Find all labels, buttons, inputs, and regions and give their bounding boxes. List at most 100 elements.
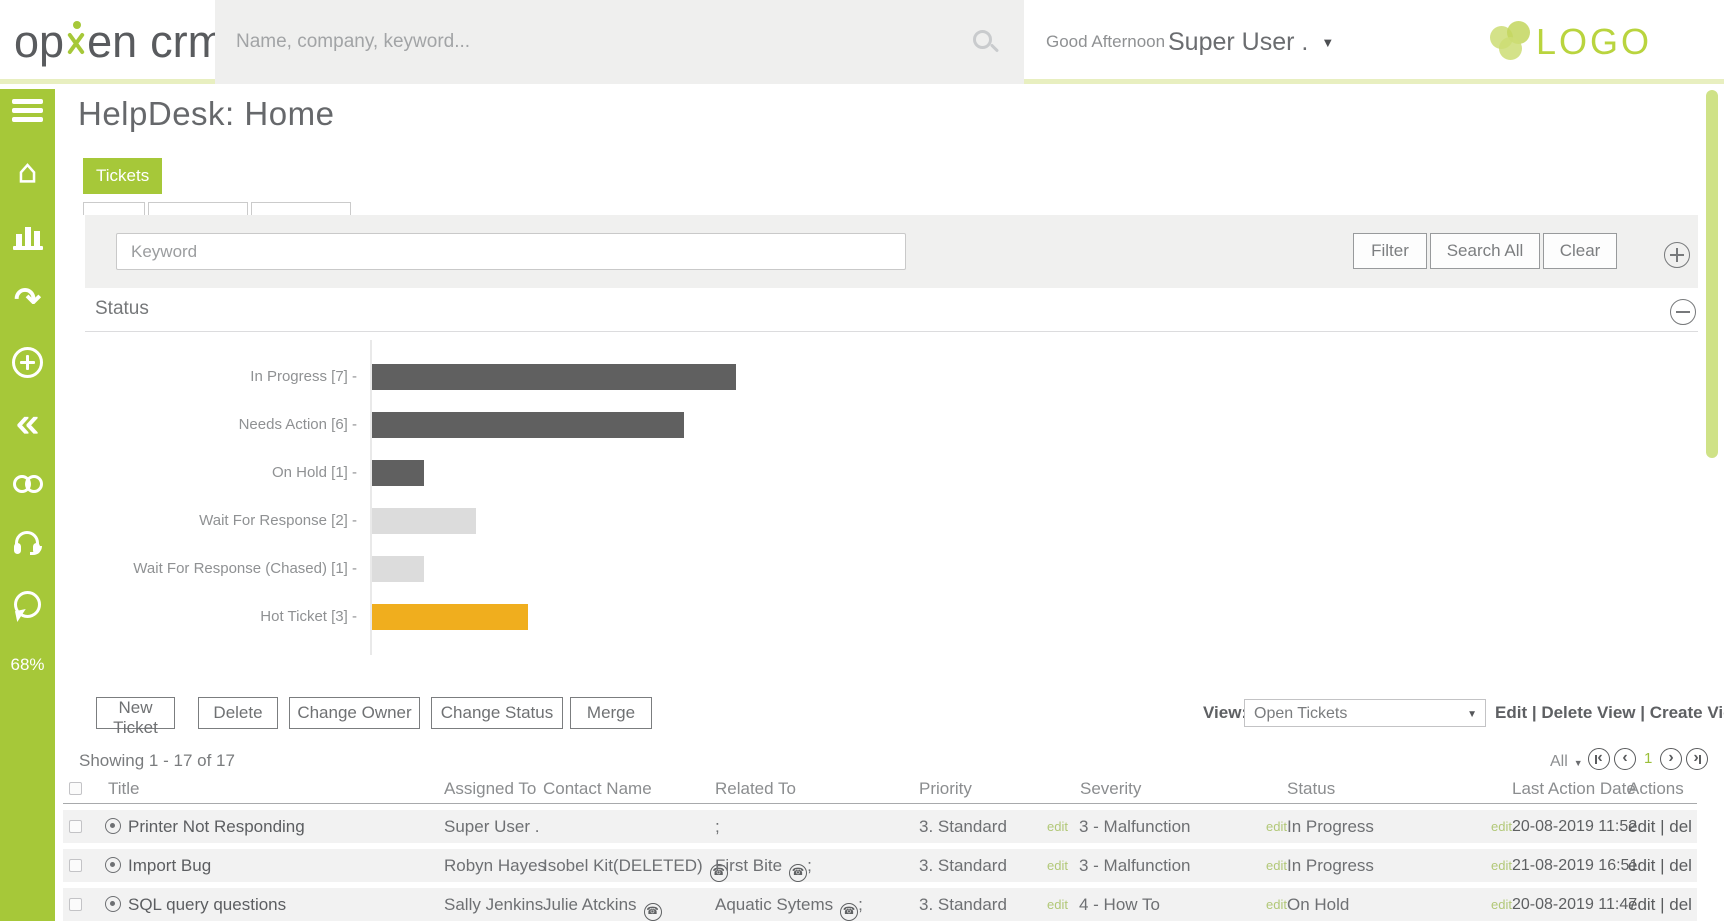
edit-view-link[interactable]: Edit — [1495, 703, 1527, 722]
assigned-to[interactable]: Super User . — [444, 810, 539, 843]
sidebar-item-chat[interactable] — [0, 591, 55, 618]
tab-tickets[interactable]: Tickets — [83, 158, 162, 194]
clear-button[interactable]: Clear — [1543, 233, 1617, 269]
table-row: Printer Not Responding Super User .; 3. St… — [63, 810, 1697, 843]
sidebar-item-reports[interactable] — [0, 223, 55, 250]
related-to-link[interactable]: First Bite — [715, 856, 782, 875]
chart-category-label: Hot Ticket [3] — [85, 604, 357, 630]
keyword-input[interactable] — [116, 233, 906, 270]
date-edit-link[interactable]: edit — [1482, 810, 1512, 843]
status-edit-link[interactable]: edit — [1257, 849, 1287, 882]
pagination-last-button[interactable]: › — [1686, 748, 1708, 770]
storage-usage-indicator: 68% — [0, 655, 55, 675]
chart-bar[interactable] — [372, 604, 528, 630]
sidebar-item-home[interactable]: ⌂ — [0, 155, 55, 187]
severity-edit-link[interactable]: edit — [1038, 888, 1068, 921]
chart-bar[interactable] — [372, 508, 476, 534]
ticket-preview-icon[interactable] — [105, 896, 121, 912]
chart-category-label: Needs Action [6] — [85, 412, 357, 438]
assigned-to[interactable]: Robyn Hayes — [444, 849, 546, 882]
ticket-preview-icon[interactable] — [105, 818, 121, 834]
page-size-select[interactable]: All▼ — [1550, 753, 1583, 771]
sidebar-item-support[interactable] — [0, 531, 55, 558]
global-search-input[interactable] — [215, 0, 955, 84]
ticket-preview-icon[interactable] — [105, 857, 121, 873]
user-menu[interactable]: Super User . ▼ — [1168, 0, 1334, 84]
delete-button[interactable]: Delete — [198, 697, 278, 729]
status-edit-link[interactable]: edit — [1257, 888, 1287, 921]
top-header: opencrm Good Afternoon Super User . ▼ LO… — [0, 0, 1724, 84]
change-owner-button[interactable]: Change Owner — [289, 697, 420, 729]
tab-stub[interactable] — [83, 202, 145, 215]
page-title: HelpDesk: Home — [78, 95, 334, 133]
chart-bar[interactable] — [372, 412, 684, 438]
ticket-title-link[interactable]: Import Bug — [128, 849, 211, 882]
related-suffix: ; — [807, 856, 812, 875]
row-actions[interactable]: edit | del — [1628, 888, 1692, 921]
column-header-status: Status — [1287, 775, 1335, 802]
sidebar-item-menu[interactable] — [0, 99, 55, 126]
date-edit-link[interactable]: edit — [1482, 849, 1512, 882]
ticket-title-link[interactable]: SQL query questions — [128, 888, 286, 921]
view-select[interactable]: Open Tickets ▼ — [1244, 699, 1486, 727]
column-header-contact-name: Contact Name — [543, 775, 652, 802]
app-logo-text-crm: crm — [150, 16, 225, 68]
related-to-link[interactable]: ; — [715, 817, 720, 836]
last-action-date: 20-08-2019 11:47 — [1512, 888, 1637, 921]
collapse-minus-icon[interactable] — [1670, 299, 1696, 325]
chart-bar[interactable] — [372, 460, 424, 486]
redo-arrow-icon: ↷ — [14, 283, 41, 315]
assigned-to[interactable]: Sally Jenkins — [444, 888, 543, 921]
merge-button[interactable]: Merge — [570, 697, 652, 729]
search-icon[interactable] — [973, 30, 992, 49]
delete-view-link[interactable]: Delete View — [1541, 703, 1635, 722]
filter-button[interactable]: Filter — [1353, 233, 1427, 269]
vertical-scrollbar-thumb[interactable] — [1706, 90, 1718, 458]
app-logo-text-op: op — [14, 16, 64, 68]
phone-icon[interactable]: ☎ — [789, 864, 807, 882]
related-to: ; — [715, 810, 720, 843]
sidebar-item-collapse[interactable]: « — [0, 407, 55, 439]
new-ticket-button[interactable]: New Ticket — [96, 697, 175, 729]
chart-bar[interactable] — [372, 364, 736, 390]
view-links: Edit | Delete View | Create View — [1495, 703, 1724, 723]
severity-edit-link[interactable]: edit — [1038, 810, 1068, 843]
phone-icon[interactable]: ☎ — [644, 903, 662, 921]
tab-stub[interactable] — [251, 202, 351, 215]
status-edit-link[interactable]: edit — [1257, 810, 1287, 843]
contact-name: Isobel Kit(DELETED)☎ — [543, 849, 728, 882]
create-view-link[interactable]: Create View — [1650, 703, 1724, 722]
row-checkbox[interactable] — [69, 859, 82, 872]
last-action-date: 21-08-2019 16:51 — [1512, 849, 1638, 882]
pagination-prev-button[interactable]: ‹ — [1614, 748, 1636, 770]
date-edit-link[interactable]: edit — [1482, 888, 1512, 921]
row-checkbox[interactable] — [69, 898, 82, 911]
expand-plus-icon[interactable] — [1664, 242, 1690, 268]
view-label: View: — [1203, 703, 1247, 723]
row-actions[interactable]: edit | del — [1628, 849, 1692, 882]
pagination-first-button[interactable]: ‹ — [1588, 748, 1610, 770]
change-status-button[interactable]: Change Status — [431, 697, 563, 729]
pagination-next-button[interactable]: › — [1660, 748, 1682, 770]
severity-edit-link[interactable]: edit — [1038, 849, 1068, 882]
sidebar-item-linked-records[interactable] — [0, 475, 55, 493]
ticket-title-link[interactable]: Printer Not Responding — [128, 810, 305, 843]
filter-panel: Filter Search All Clear — [85, 215, 1698, 288]
search-all-button[interactable]: Search All — [1430, 233, 1540, 269]
sidebar-item-actions[interactable]: ↷ — [0, 283, 55, 315]
phone-icon[interactable]: ☎ — [840, 903, 858, 921]
bar-chart-icon — [13, 223, 43, 250]
status-value: In Progress — [1287, 849, 1374, 882]
related-suffix: ; — [858, 895, 863, 914]
row-actions[interactable]: edit | del — [1628, 810, 1692, 843]
row-checkbox[interactable] — [69, 820, 82, 833]
chart-bar[interactable] — [372, 556, 424, 582]
link-separator: | — [1636, 703, 1650, 722]
contact-name-link[interactable]: Isobel Kit(DELETED) — [543, 856, 703, 875]
app-logo: opencrm — [14, 14, 225, 70]
priority-value: 3. Standard — [919, 810, 1007, 843]
related-to-link[interactable]: Aquatic Sytems — [715, 895, 833, 914]
tab-stub[interactable] — [148, 202, 248, 215]
contact-name-link[interactable]: Julie Atckins — [543, 895, 637, 914]
sidebar-item-add[interactable] — [0, 347, 55, 378]
